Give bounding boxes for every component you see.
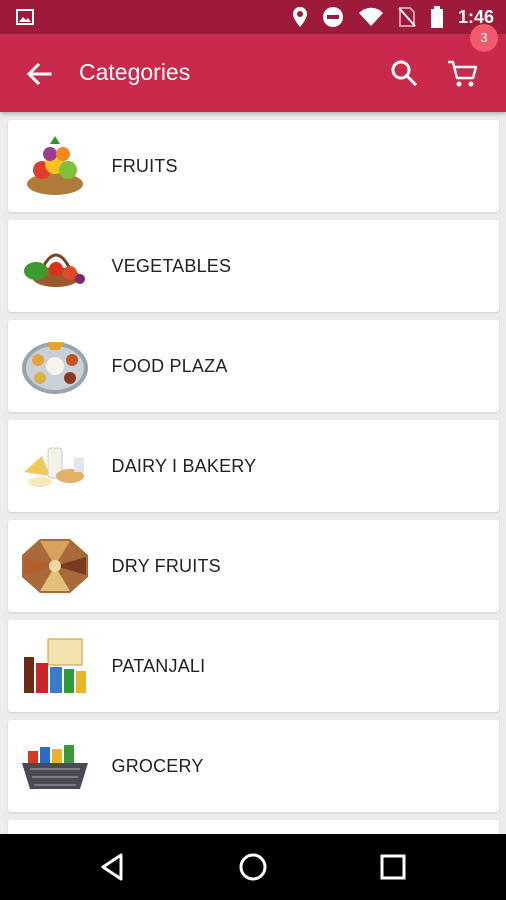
location-pin-icon [292, 7, 307, 27]
category-label: DAIRY I BAKERY [111, 455, 257, 476]
back-arrow-icon[interactable] [24, 59, 54, 89]
gallery-icon [16, 9, 34, 25]
do-not-disturb-icon [322, 7, 343, 27]
category-label: FOOD PLAZA [111, 355, 228, 376]
category-item-patanjali[interactable]: PATANJALI [7, 620, 499, 712]
category-item-food-plaza[interactable]: FOOD PLAZA [7, 320, 499, 412]
category-list: FRUITS VEGETABLES FOOD PLAZA DAIRY I BAK… [0, 112, 506, 834]
wifi-icon [358, 7, 383, 26]
page-title: Categories [79, 59, 191, 85]
category-item-partial[interactable] [7, 820, 499, 834]
category-label: VEGETABLES [111, 255, 232, 276]
search-icon[interactable] [389, 58, 419, 88]
app-bar: Categories 3 [0, 24, 506, 112]
vegetable-basket-image [20, 233, 90, 299]
battery-icon [430, 6, 443, 28]
home-circle-icon[interactable] [237, 851, 269, 883]
dairy-bakery-image [20, 433, 90, 499]
thali-plate-image [20, 333, 90, 399]
category-item-fruits[interactable]: FRUITS [7, 120, 499, 212]
dry-fruits-tray-image [20, 533, 90, 599]
recents-square-icon[interactable] [377, 851, 409, 883]
category-item-vegetables[interactable]: VEGETABLES [7, 220, 499, 312]
grocery-basket-image [20, 733, 90, 799]
category-label: PATANJALI [111, 655, 206, 676]
no-sim-icon [398, 7, 416, 27]
system-nav-bar [0, 834, 506, 900]
status-bar: 1:46 [0, 0, 506, 34]
category-item-dry-fruits[interactable]: DRY FRUITS [7, 520, 499, 612]
category-label: FRUITS [111, 155, 178, 176]
cart-icon[interactable] [446, 56, 480, 90]
fruit-basket-image [20, 133, 90, 199]
category-label: DRY FRUITS [111, 555, 221, 576]
category-item-grocery[interactable]: GROCERY [7, 720, 499, 812]
category-item-dairy-bakery[interactable]: DAIRY I BAKERY [7, 420, 499, 512]
back-triangle-icon[interactable] [97, 851, 129, 883]
category-label: GROCERY [111, 755, 204, 776]
cart-count-badge: 3 [470, 24, 498, 52]
patanjali-products-image [20, 633, 90, 699]
